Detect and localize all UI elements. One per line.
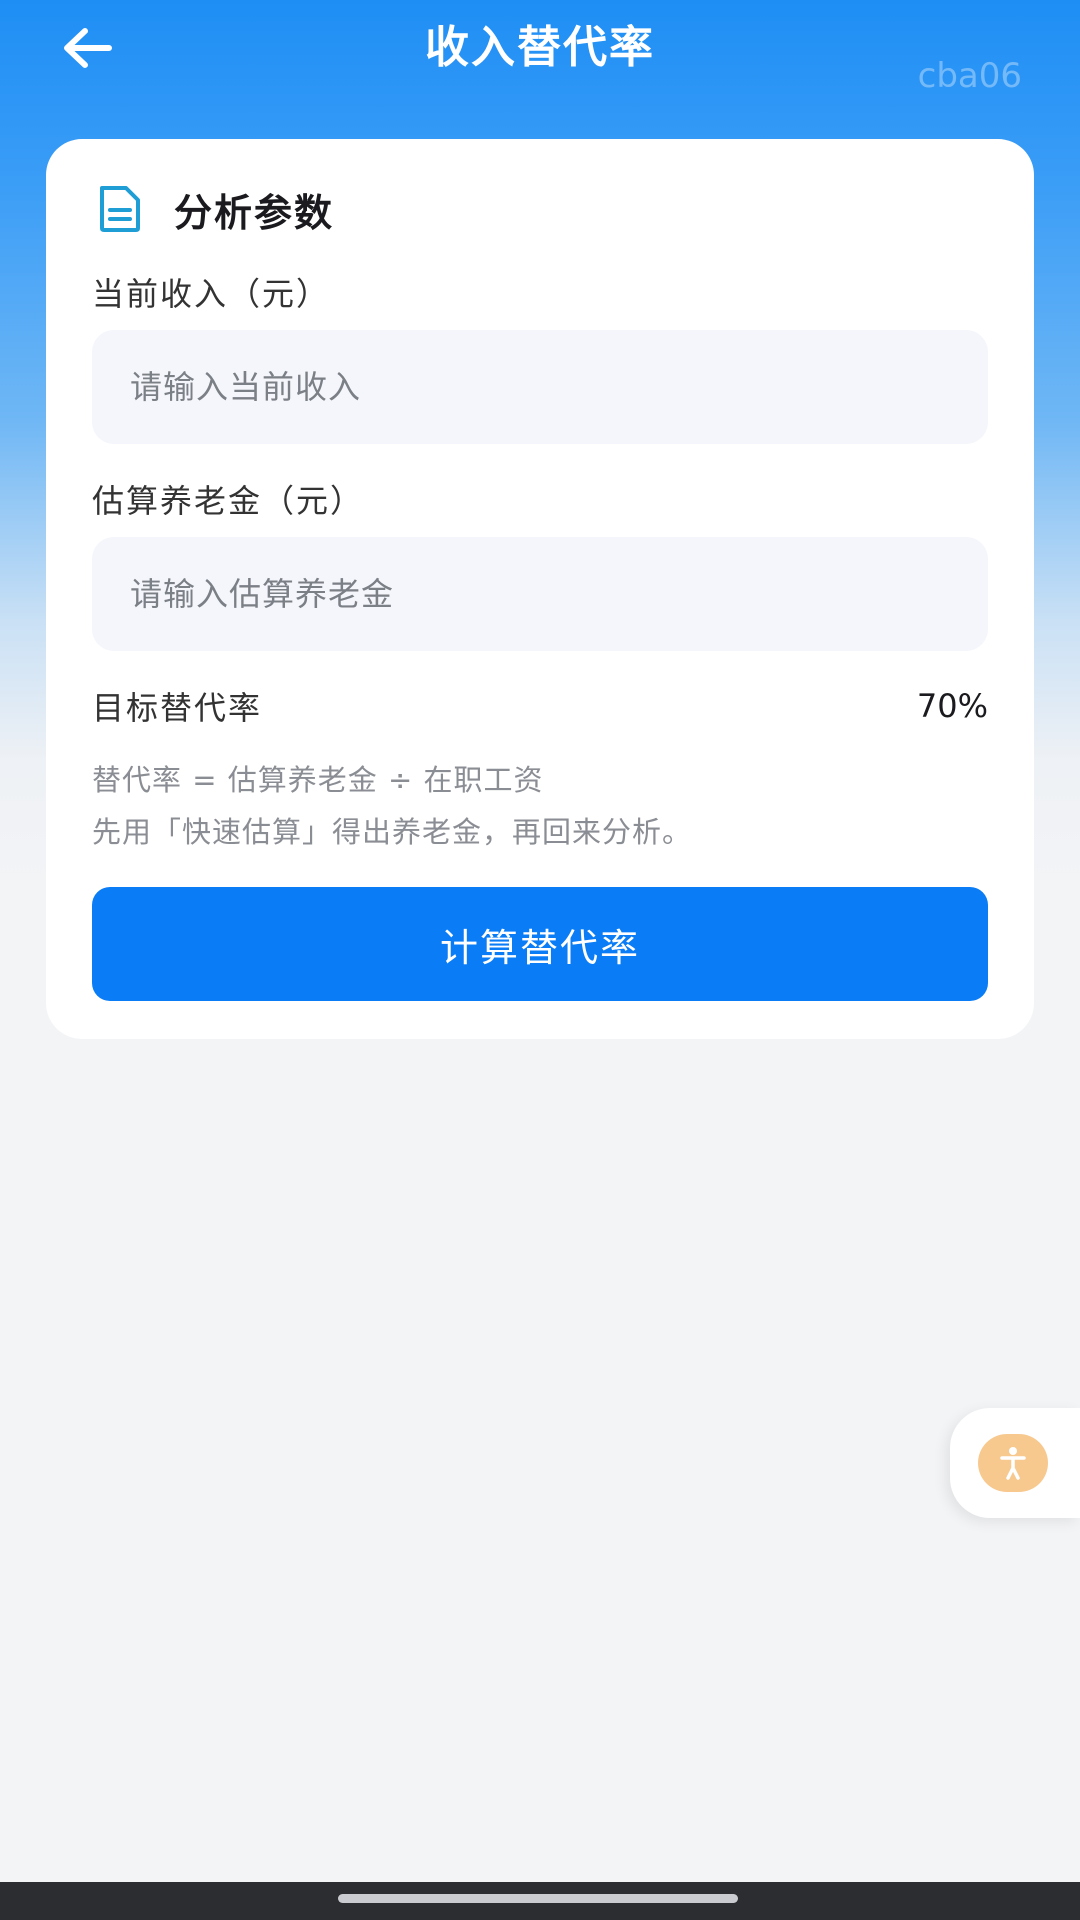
- document-icon: [100, 186, 140, 232]
- hint-note: 先用「快速估算」得出养老金，再回来分析。: [92, 815, 693, 849]
- target-rate-row: 目标替代率 70%: [92, 681, 988, 731]
- current-income-label: 当前收入（元）: [92, 275, 331, 313]
- accessibility-person-icon: [1000, 1447, 1026, 1480]
- card-title: 分析参数: [174, 190, 335, 235]
- target-rate-value: 70%: [916, 687, 988, 725]
- pension-estimate-input[interactable]: [92, 537, 988, 651]
- home-indicator[interactable]: [338, 1894, 738, 1903]
- floating-assist-panel: [950, 1408, 1080, 1518]
- target-rate-label: 目标替代率: [92, 689, 263, 727]
- calculate-rate-button[interactable]: 计算替代率: [92, 887, 988, 1001]
- card-header: 分析参数: [96, 179, 334, 239]
- accessibility-button[interactable]: [978, 1434, 1048, 1492]
- watermark: cba06: [917, 56, 1022, 96]
- formula-note: 替代率 = 估算养老金 ÷ 在职工资: [92, 763, 544, 797]
- app-header: 收入替代率 cba06: [0, 0, 1080, 100]
- current-income-input[interactable]: [92, 330, 988, 444]
- pension-estimate-label: 估算养老金（元）: [92, 482, 365, 520]
- analysis-params-card: 分析参数 当前收入（元） 估算养老金（元） 目标替代率 70% 替代率 = 估算…: [46, 139, 1034, 1039]
